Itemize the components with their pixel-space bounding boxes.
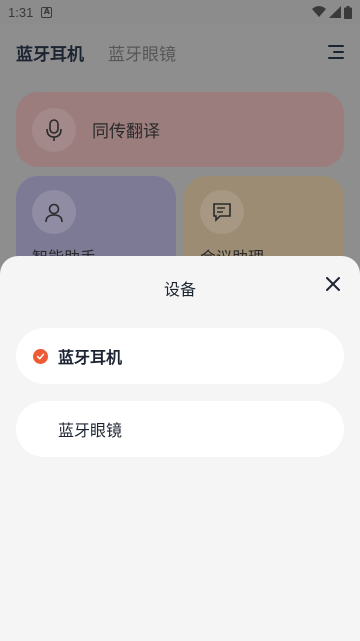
- wifi-icon: [312, 6, 326, 17]
- status-icons: [312, 5, 352, 19]
- tab-bluetooth-earphones[interactable]: 蓝牙耳机: [16, 40, 84, 65]
- status-time: 1:31: [8, 4, 34, 20]
- microphone-icon: [32, 107, 76, 152]
- signal-icon: [329, 6, 341, 18]
- headset-person-icon: [32, 190, 76, 234]
- tab-bluetooth-glasses[interactable]: 蓝牙眼镜: [108, 40, 176, 65]
- device-bottom-sheet: 设备 蓝牙耳机 蓝牙眼镜: [0, 256, 360, 641]
- battery-icon: [344, 5, 352, 19]
- status-bar: 1:31 A: [0, 0, 360, 24]
- chat-sparkle-icon: [200, 190, 244, 234]
- unchecked-spacer: [33, 422, 48, 437]
- device-label: 蓝牙耳机: [58, 348, 123, 367]
- device-option-earphones[interactable]: 蓝牙耳机: [16, 328, 344, 384]
- close-icon: [326, 277, 340, 291]
- notification-icon: A: [41, 6, 53, 18]
- close-button[interactable]: [322, 272, 344, 296]
- menu-icon[interactable]: [328, 45, 344, 59]
- device-label: 蓝牙眼镜: [58, 421, 123, 440]
- sheet-title: 设备: [163, 280, 196, 299]
- card-simultaneous-translation[interactable]: 同传翻译: [16, 92, 344, 167]
- card-label: 同传翻译: [92, 122, 160, 142]
- top-bar: 蓝牙耳机 蓝牙眼镜: [0, 24, 360, 80]
- check-icon: [33, 348, 48, 364]
- device-option-glasses[interactable]: 蓝牙眼镜: [16, 401, 344, 457]
